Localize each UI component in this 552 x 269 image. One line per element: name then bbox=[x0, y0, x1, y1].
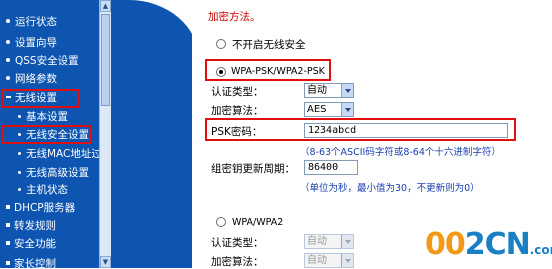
sidebar-item-dhcp[interactable]: DHCP服务器 bbox=[6, 200, 75, 216]
wpa-encryption-algorithm-select[interactable]: 自动 bbox=[304, 253, 354, 268]
sidebar-item-label: 家长控制 bbox=[14, 258, 56, 268]
auth-type-select[interactable]: 自动 bbox=[304, 83, 354, 98]
sidebar-item-wizard[interactable]: 设置向导 bbox=[6, 35, 57, 51]
sidebar-item-label: QSS安全设置 bbox=[15, 55, 79, 67]
logo-letters: CN bbox=[484, 227, 531, 262]
sidebar-item-qss[interactable]: QSS安全设置 bbox=[6, 53, 79, 69]
wpa-auth-type-label: 认证类型： bbox=[211, 237, 264, 249]
bullet-icon bbox=[6, 58, 10, 62]
logo-char-2: 2 bbox=[464, 227, 486, 262]
sidebar-item-label: DHCP服务器 bbox=[14, 202, 76, 214]
group-key-renew-label: 组密钥更新周期： bbox=[211, 163, 295, 175]
sidebar-nav: 运行状态 设置向导 QSS安全设置 网络参数 无线设置 基本设置 无线安全设置 … bbox=[0, 0, 111, 268]
sidebar-item-security[interactable]: 安全功能 bbox=[6, 236, 56, 252]
bullet-icon bbox=[18, 187, 21, 191]
sidebar-item-label: 主机状态 bbox=[26, 184, 68, 196]
bullet-icon bbox=[6, 40, 10, 44]
wpa-auth-type-select[interactable]: 自动 bbox=[304, 234, 354, 249]
bullet-icon bbox=[18, 151, 21, 155]
sidebar-item-label: 设置向导 bbox=[15, 37, 57, 49]
sidebar-item-status[interactable]: 运行状态 bbox=[6, 14, 57, 30]
encryption-algorithm-value: AES bbox=[307, 104, 327, 115]
expand-icon bbox=[6, 223, 10, 227]
psk-password-hint: （8-63个ASCII码字符或8-64个十六进制字符） bbox=[300, 147, 501, 158]
auth-type-label: 认证类型： bbox=[211, 86, 264, 98]
sidebar-item-mac-filter[interactable]: 无线MAC地址过滤 bbox=[18, 146, 111, 162]
encryption-algorithm-select[interactable]: AES bbox=[304, 102, 354, 117]
logo-char-0: 0 bbox=[425, 227, 446, 262]
sidebar-item-parental[interactable]: 家长控制 bbox=[6, 256, 56, 268]
sidebar-item-label: 网络参数 bbox=[15, 73, 57, 85]
sidebar-item-forwarding[interactable]: 转发规则 bbox=[6, 218, 56, 234]
highlight-box-wireless bbox=[2, 89, 79, 108]
bullet-icon bbox=[6, 19, 10, 23]
logo-suffix: .com bbox=[529, 243, 552, 257]
radio-disable-security[interactable] bbox=[216, 39, 226, 49]
sidebar-item-network[interactable]: 网络参数 bbox=[6, 71, 57, 87]
watermark-logo: 002CN.com bbox=[425, 227, 552, 262]
chevron-down-icon bbox=[341, 84, 353, 97]
scroll-down-icon[interactable]: ▼ bbox=[100, 256, 111, 268]
group-key-renew-hint: （单位为秒，最小值为30，不更新则为0） bbox=[300, 183, 480, 194]
group-key-renew-input[interactable]: 86400 bbox=[304, 160, 358, 175]
decorative-frame bbox=[111, 0, 199, 268]
sidebar-item-host-status[interactable]: 主机状态 bbox=[18, 182, 68, 198]
highlight-box-wireless-security bbox=[2, 125, 91, 144]
sidebar-item-label: 基本设置 bbox=[26, 111, 68, 123]
chevron-down-icon bbox=[341, 103, 353, 116]
option-wpa-label: WPA/WPA2 bbox=[232, 217, 284, 228]
scrollbar-thumb[interactable] bbox=[101, 14, 110, 106]
wpa-auth-type-value: 自动 bbox=[307, 236, 327, 247]
highlight-box-wpa-psk bbox=[205, 59, 331, 81]
sidebar-item-label: 无线高级设置 bbox=[26, 167, 89, 179]
auth-type-value: 自动 bbox=[307, 85, 327, 96]
encryption-heading: 加密方法。 bbox=[208, 11, 261, 23]
option-disable-label: 不开启无线安全 bbox=[232, 39, 306, 51]
expand-icon bbox=[6, 241, 10, 245]
sidebar-item-label: 转发规则 bbox=[14, 220, 56, 232]
highlight-box-psk-password bbox=[205, 118, 516, 141]
logo-char-0b: 0 bbox=[444, 227, 466, 262]
radio-wpa[interactable] bbox=[216, 217, 226, 227]
bullet-icon bbox=[6, 76, 10, 80]
encryption-algorithm-label: 加密算法： bbox=[211, 105, 264, 117]
sidebar-item-wireless-basic[interactable]: 基本设置 bbox=[18, 109, 68, 125]
chevron-down-icon bbox=[341, 254, 353, 267]
sidebar-scrollbar[interactable]: ▲ ▼ bbox=[99, 0, 111, 268]
scroll-up-icon[interactable]: ▲ bbox=[100, 0, 111, 12]
sidebar-item-wireless-advanced[interactable]: 无线高级设置 bbox=[18, 165, 89, 181]
chevron-down-icon bbox=[341, 235, 353, 248]
expand-icon bbox=[6, 261, 10, 265]
bullet-icon bbox=[18, 170, 21, 174]
expand-icon bbox=[6, 205, 10, 209]
bullet-icon bbox=[18, 114, 21, 118]
sidebar-item-label: 安全功能 bbox=[14, 238, 56, 250]
wpa-encryption-algorithm-value: 自动 bbox=[307, 255, 327, 266]
sidebar-item-label: 运行状态 bbox=[15, 16, 57, 28]
wpa-encryption-algorithm-label: 加密算法： bbox=[211, 256, 264, 268]
